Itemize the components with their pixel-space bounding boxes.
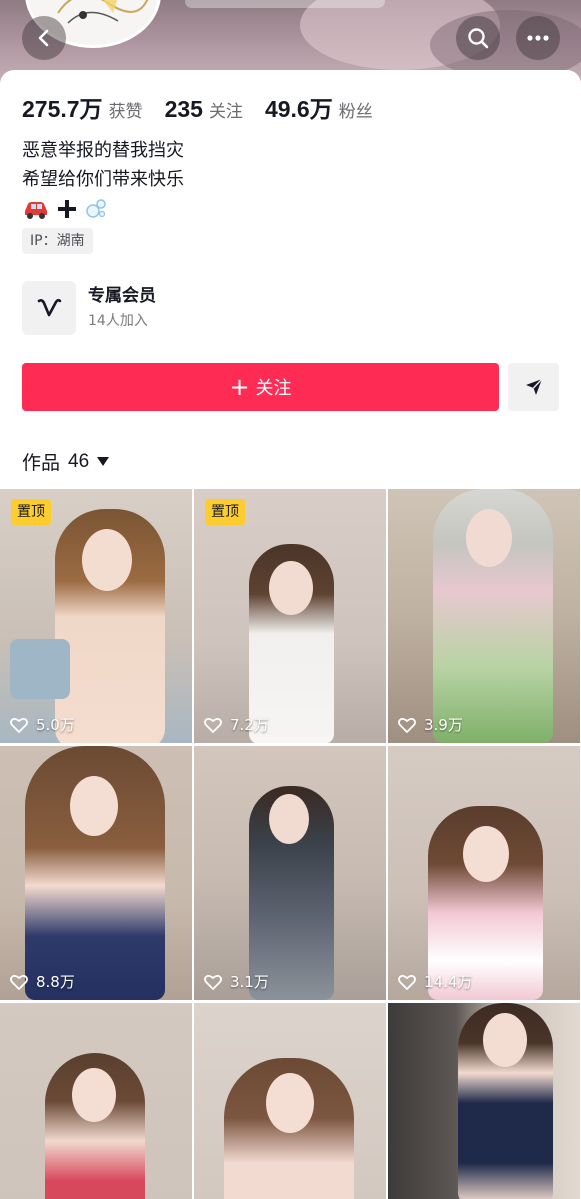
car-emoji [25,201,47,219]
pinned-badge: 置顶 [205,499,245,525]
v-logo-icon [37,298,62,317]
likes-count: 8.8万 [36,973,75,991]
bio-line: 恶意举报的替我挡灾 [22,140,184,161]
heart-outline-icon [204,974,222,990]
video-tile[interactable]: 置顶 5.0万 [0,489,192,743]
heart-outline-icon [10,974,28,990]
video-likes: 3.1万 [204,971,269,992]
heart-outline-icon [398,974,416,990]
ip-location-chip: IP：湖南 [22,228,93,254]
bubbles-emoji [86,198,106,218]
plus-icon: + [229,373,250,401]
video-tile[interactable]: 3.9万 [388,489,580,743]
pinned-badge: 置顶 [11,499,51,525]
search-icon [468,28,489,49]
stat-value: 49.6万 [264,96,333,122]
video-tile[interactable]: 14.4万 [388,746,580,1000]
video-likes: 7.2万 [204,714,269,735]
more-button[interactable] [516,16,560,60]
video-tile[interactable] [194,1003,386,1199]
obscured-username [185,0,385,8]
stat-followers[interactable]: 49.6万 粉丝 [265,90,373,124]
video-likes: 14.4万 [398,971,472,992]
follow-label: 关注 [255,378,292,399]
membership-title: 专属会员 [88,286,156,306]
video-tile[interactable]: 置顶 7.2万 [194,489,386,743]
video-likes: 5.0万 [10,714,75,735]
caret-down-icon [97,457,110,466]
video-tile[interactable]: 3.1万 [194,746,386,1000]
profile-bio: 恶意举报的替我挡灾 希望给你们带来快乐 [22,136,184,223]
stat-likes[interactable]: 275.7万 获赞 [22,90,143,124]
profile-card: 275.7万 获赞 235 关注 49.6万 粉丝 恶意举报的替我挡灾 希望给你… [0,70,581,1199]
stat-label: 关注 [208,102,243,122]
likes-count: 5.0万 [36,716,75,734]
video-tile[interactable] [0,1003,192,1199]
stat-label: 粉丝 [338,102,373,122]
follow-button[interactable]: + 关注 [22,363,499,411]
video-likes: 8.8万 [10,971,75,992]
more-horizontal-icon [527,35,549,41]
stat-value: 275.7万 [22,96,103,122]
membership-subtitle: 14人加入 [88,313,148,329]
stat-label: 获赞 [108,102,143,122]
chevron-left-icon [38,29,49,47]
search-button[interactable] [456,16,500,60]
heart-outline-icon [398,717,416,733]
share-button[interactable] [508,363,559,411]
bio-emoji-row [22,194,184,223]
video-tile[interactable] [388,1003,580,1199]
stat-following[interactable]: 235 关注 [165,96,243,123]
membership-logo [22,281,76,335]
membership-entry[interactable]: 专属会员 14人加入 [22,281,156,335]
heart-outline-icon [10,717,28,733]
stat-value: 235 [164,96,203,122]
back-button[interactable] [22,16,66,60]
plus-emoji [58,199,76,218]
send-icon [525,378,543,395]
works-tab[interactable]: 作品 46 [22,448,110,475]
works-label: 作品 [22,452,61,474]
works-count: 46 [68,450,90,472]
likes-count: 3.1万 [230,973,269,991]
video-tile[interactable]: 8.8万 [0,746,192,1000]
likes-count: 3.9万 [424,716,463,734]
heart-outline-icon [204,717,222,733]
profile-stats: 275.7万 获赞 235 关注 49.6万 粉丝 [22,90,395,124]
video-likes: 3.9万 [398,714,463,735]
bio-line: 希望给你们带来快乐 [22,169,184,190]
likes-count: 7.2万 [230,716,269,734]
likes-count: 14.4万 [424,973,473,991]
